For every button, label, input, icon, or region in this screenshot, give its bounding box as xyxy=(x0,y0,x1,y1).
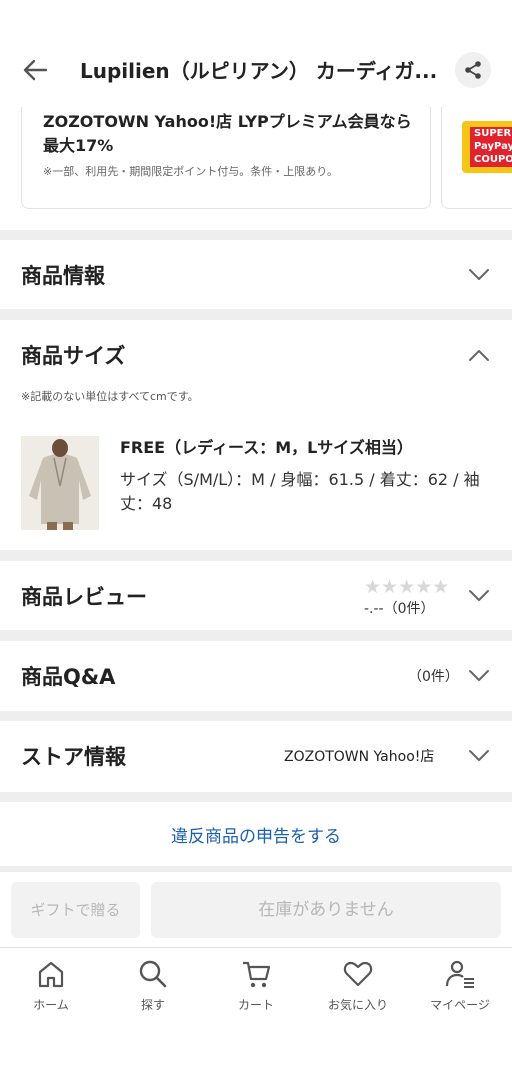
promo-card[interactable]: ZOZOTOWN Yahoo!店 LYPプレミアム会員なら最大17% ※一部、利… xyxy=(21,107,431,209)
nav-mypage[interactable]: マイページ xyxy=(410,958,510,1018)
rating-summary: -.--（0件） xyxy=(364,601,435,617)
nav-home[interactable]: ホーム xyxy=(1,958,101,1018)
section-title[interactable]: 商品サイズ xyxy=(21,340,125,370)
paypay-coupon-icon: SUPER PayPay COUPON xyxy=(462,121,512,173)
divider xyxy=(0,630,512,641)
size-unit-note: ※記載のない単位はすべてcmです。 xyxy=(21,390,199,403)
section-title: ストア情報 xyxy=(21,745,126,769)
section-qa[interactable]: 商品Q&A （0件） xyxy=(0,641,512,711)
share-button[interactable] xyxy=(455,52,491,88)
chevron-down-icon xyxy=(469,750,489,761)
nav-cart[interactable]: カート xyxy=(206,958,306,1018)
out-of-stock-button[interactable]: 在庫がありません xyxy=(151,882,501,938)
divider xyxy=(0,711,512,721)
section-store-info[interactable]: ストア情報 ZOZOTOWN Yahoo!店 xyxy=(0,721,512,792)
product-thumbnail xyxy=(21,436,99,530)
heart-icon xyxy=(343,961,373,987)
divider xyxy=(0,230,512,240)
share-icon xyxy=(465,61,481,79)
report-violation-link[interactable]: 違反商品の申告をする xyxy=(0,822,512,847)
divider xyxy=(0,309,512,320)
chevron-down-icon xyxy=(469,269,489,280)
store-name: ZOZOTOWN Yahoo!店 xyxy=(284,749,435,765)
nav-label: お気に入り xyxy=(327,998,388,1012)
section-product-info[interactable]: 商品情報 xyxy=(0,240,512,309)
home-icon xyxy=(38,961,64,988)
divider xyxy=(0,550,512,561)
header-bar: Lupilien（ルピリアン） カーディガ... xyxy=(0,0,512,108)
section-title: 商品Q&A xyxy=(21,665,116,689)
arrow-left-icon xyxy=(23,59,48,81)
chevron-down-icon xyxy=(469,670,489,681)
chevron-down-icon xyxy=(469,590,489,601)
section-product-size: 商品サイズ ※記載のない単位はすべてcmです。 FREE（レディース：M，Lサイ… xyxy=(0,320,512,550)
nav-label: カート xyxy=(237,998,274,1012)
section-title: 商品レビュー xyxy=(21,585,147,609)
nav-label: 探す xyxy=(140,998,165,1012)
page-title: Lupilien（ルピリアン） カーディガ... xyxy=(80,59,438,83)
section-title: 商品情報 xyxy=(21,264,105,288)
chevron-up-icon[interactable] xyxy=(468,348,490,362)
divider xyxy=(0,792,512,802)
gift-button[interactable]: ギフトで贈る xyxy=(11,882,140,938)
promo-note: ※一部、利用先・期間限定ポイント付与。条件・上限あり。 xyxy=(43,165,338,178)
promo-title: ZOZOTOWN Yahoo!店 LYPプレミアム会員なら最大17% xyxy=(43,112,412,155)
nav-label: マイページ xyxy=(430,998,490,1012)
nav-search[interactable]: 探す xyxy=(103,958,203,1018)
rating-stars: ★★★★★ xyxy=(364,576,450,598)
qa-count: （0件） xyxy=(408,669,459,685)
report-area: 違反商品の申告をする xyxy=(0,802,512,866)
coupon-card[interactable]: SUPER PayPay COUPON xyxy=(441,107,512,209)
promo-carousel[interactable]: ZOZOTOWN Yahoo!店 LYPプレミアム会員なら最大17% ※一部、利… xyxy=(0,107,512,230)
coupon-text: SUPER PayPay COUPON xyxy=(470,127,512,167)
nav-label: ホーム xyxy=(33,998,69,1012)
search-icon xyxy=(139,960,167,988)
user-icon xyxy=(445,960,474,988)
nav-favorites[interactable]: お気に入り xyxy=(308,958,408,1018)
size-label: FREE（レディース：M，Lサイズ相当） xyxy=(120,438,413,457)
action-bar: ギフトで贈る 在庫がありません xyxy=(0,871,512,948)
size-measurements: サイズ（S/M/L）：M / 身幅：61.5 / 着丈：62 / 袖丈：48 xyxy=(120,470,480,513)
section-reviews[interactable]: 商品レビュー ★★★★★ -.--（0件） xyxy=(0,561,512,630)
bottom-nav: ホーム 探す カート お気に入り マイページ xyxy=(0,947,512,1081)
cart-icon xyxy=(243,961,271,988)
back-button[interactable] xyxy=(20,56,52,84)
